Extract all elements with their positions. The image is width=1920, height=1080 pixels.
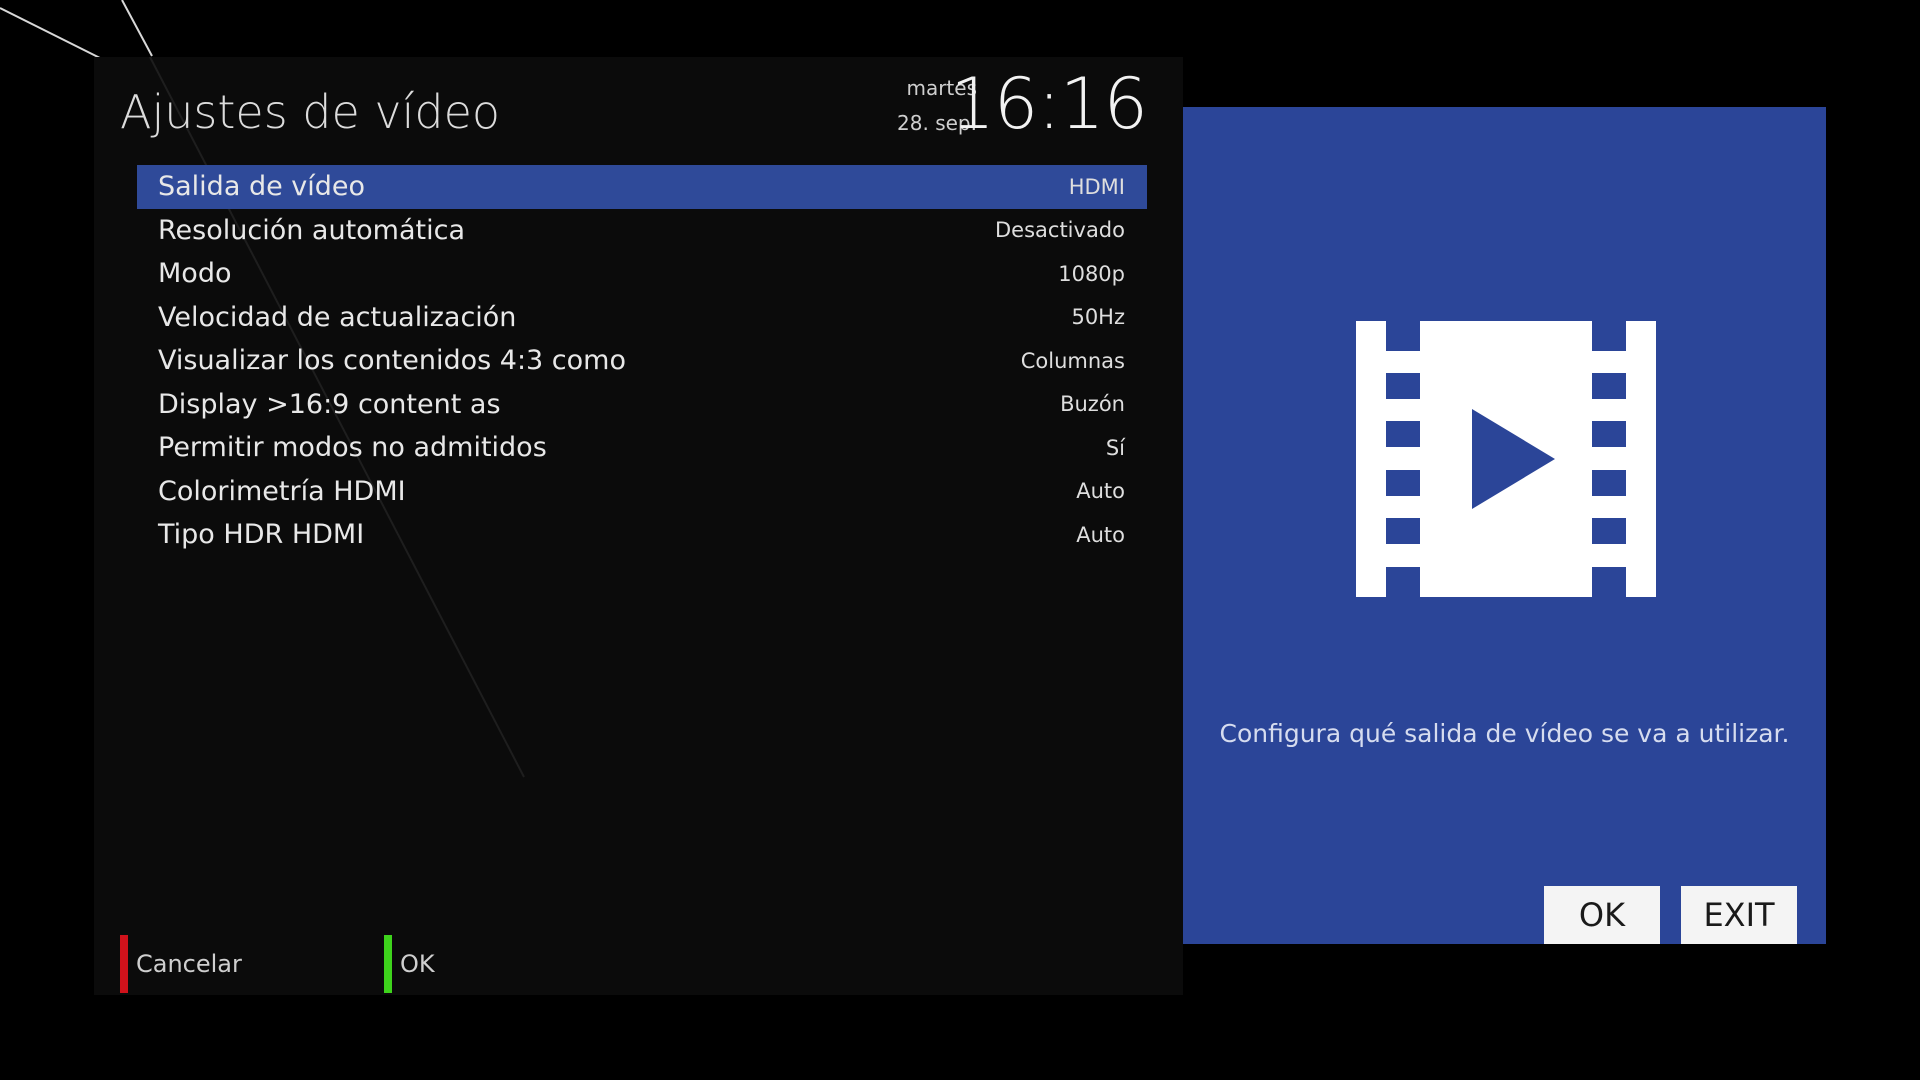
ok-key[interactable]: OK xyxy=(384,935,435,993)
menu-item-label: Salida de vídeo xyxy=(158,171,366,203)
menu-item-salida-de-video[interactable]: Salida de vídeo HDMI xyxy=(137,165,1147,209)
settings-menu: Salida de vídeo HDMI Resolución automáti… xyxy=(137,165,1147,557)
menu-item-value: Columnas xyxy=(1020,348,1125,373)
menu-item-velocidad-actualizacion[interactable]: Velocidad de actualización 50Hz xyxy=(137,296,1147,340)
menu-item-value: Desactivado xyxy=(995,218,1125,243)
film-play-icon xyxy=(1356,321,1656,597)
menu-item-permitir-modos[interactable]: Permitir modos no admitidos Sí xyxy=(137,426,1147,470)
menu-item-value: 50Hz xyxy=(1071,305,1125,330)
menu-item-modo[interactable]: Modo 1080p xyxy=(137,252,1147,296)
menu-item-colorimetria-hdmi[interactable]: Colorimetría HDMI Auto xyxy=(137,470,1147,514)
clock: 16:16 xyxy=(950,63,1148,145)
menu-item-value: Auto xyxy=(1076,479,1125,504)
help-description: Configura qué salida de vídeo se va a ut… xyxy=(1219,719,1790,748)
exit-button[interactable]: EXIT xyxy=(1681,886,1797,944)
screen: Ajustes de vídeo martes 28. sep. 16:16 S… xyxy=(0,0,1920,1080)
red-key-indicator xyxy=(120,935,128,993)
menu-item-label: Velocidad de actualización xyxy=(158,301,517,333)
menu-item-value: Auto xyxy=(1076,522,1125,547)
menu-item-value: Buzón xyxy=(1060,392,1125,417)
menu-item-display-16-9[interactable]: Display >16:9 content as Buzón xyxy=(137,383,1147,427)
settings-panel: Ajustes de vídeo martes 28. sep. 16:16 S… xyxy=(94,57,1183,995)
info-panel: Configura qué salida de vídeo se va a ut… xyxy=(1183,107,1826,944)
green-key-indicator xyxy=(384,935,392,993)
menu-item-value: 1080p xyxy=(1058,261,1125,286)
menu-item-label: Tipo HDR HDMI xyxy=(158,519,365,551)
menu-item-label: Permitir modos no admitidos xyxy=(158,432,547,464)
menu-item-label: Modo xyxy=(158,258,232,290)
page-title: Ajustes de vídeo xyxy=(120,85,501,139)
menu-item-contenidos-4-3[interactable]: Visualizar los contenidos 4:3 como Colum… xyxy=(137,339,1147,383)
menu-item-label: Visualizar los contenidos 4:3 como xyxy=(158,345,626,377)
cancel-key-label: Cancelar xyxy=(136,950,242,978)
color-key-bar: Cancelar OK xyxy=(120,935,720,995)
menu-item-value: HDMI xyxy=(1068,174,1125,199)
ok-button[interactable]: OK xyxy=(1544,886,1660,944)
menu-item-resolucion-automatica[interactable]: Resolución automática Desactivado xyxy=(137,209,1147,253)
ok-key-label: OK xyxy=(400,950,435,978)
menu-item-label: Display >16:9 content as xyxy=(158,388,501,420)
menu-item-label: Resolución automática xyxy=(158,214,466,246)
menu-item-label: Colorimetría HDMI xyxy=(158,475,406,507)
cancel-key[interactable]: Cancelar xyxy=(120,935,242,993)
menu-item-value: Sí xyxy=(1105,435,1125,460)
menu-item-tipo-hdr-hdmi[interactable]: Tipo HDR HDMI Auto xyxy=(137,513,1147,557)
